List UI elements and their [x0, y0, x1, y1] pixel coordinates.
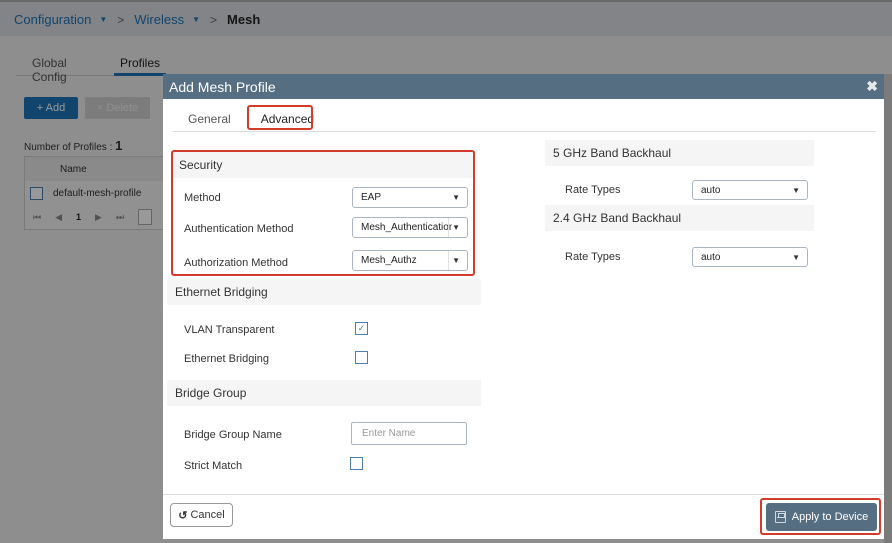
ethernet-bridging-checkbox[interactable] — [355, 351, 368, 364]
vlan-transparent-checkbox[interactable]: ✓ — [355, 322, 368, 335]
scrollbar-strip — [884, 74, 892, 543]
section-24ghz-backhaul: 2.4 GHz Band Backhaul — [545, 205, 814, 231]
rate-types-24ghz-label: Rate Types — [565, 251, 621, 263]
rate-types-5ghz-value: auto — [701, 184, 721, 196]
strict-match-label: Strict Match — [184, 460, 243, 472]
tab-general[interactable]: General — [173, 106, 246, 131]
modal-title: Add Mesh Profile — [169, 78, 276, 95]
chevron-down-icon: ▼ — [792, 186, 800, 195]
section-ethernet-bridging: Ethernet Bridging — [167, 279, 481, 305]
bridge-group-name-label: Bridge Group Name — [184, 429, 282, 441]
rate-types-24ghz-select[interactable]: auto ▼ — [692, 247, 808, 267]
add-mesh-profile-dialog: Add Mesh Profile ✖ General Advanced Secu… — [163, 74, 884, 539]
undo-icon: ↺ — [178, 509, 188, 522]
vlan-transparent-label: VLAN Transparent — [184, 324, 275, 336]
highlight-security-section — [171, 150, 475, 276]
cancel-label: Cancel — [190, 509, 225, 521]
cancel-button[interactable]: ↺ Cancel — [170, 503, 233, 527]
check-icon: ✓ — [357, 323, 366, 333]
highlight-advanced-tab — [247, 105, 313, 130]
bridge-group-name-input[interactable] — [351, 422, 467, 445]
rate-types-5ghz-select[interactable]: auto ▼ — [692, 180, 808, 200]
rate-types-24ghz-value: auto — [701, 251, 721, 263]
strict-match-checkbox[interactable] — [350, 457, 363, 470]
modal-header: Add Mesh Profile ✖ — [163, 74, 884, 99]
section-5ghz-backhaul: 5 GHz Band Backhaul — [545, 140, 814, 166]
section-bridge-group: Bridge Group — [167, 380, 481, 406]
chevron-down-icon: ▼ — [792, 253, 800, 262]
modal-footer: ↺ Cancel Apply to Device — [163, 494, 884, 539]
ethernet-bridging-label: Ethernet Bridging — [184, 353, 269, 365]
highlight-apply-button — [760, 498, 881, 535]
rate-types-5ghz-label: Rate Types — [565, 184, 621, 196]
close-icon[interactable]: ✖ — [866, 78, 878, 95]
